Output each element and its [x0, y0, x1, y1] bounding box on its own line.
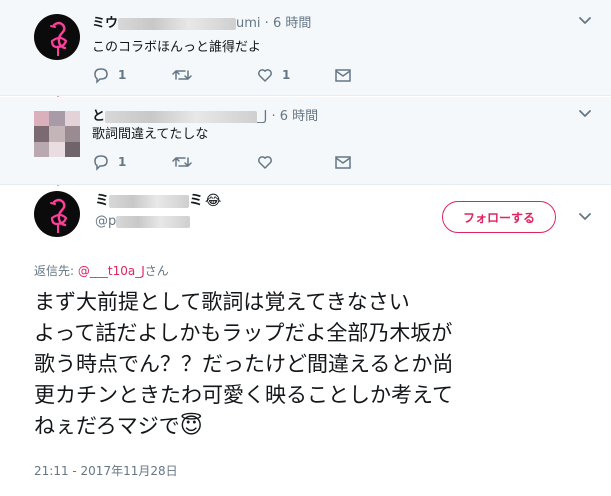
blurred-name: [118, 17, 237, 30]
reply-button[interactable]: 1: [92, 153, 126, 171]
display-name[interactable]: と: [92, 109, 105, 124]
dm-button[interactable]: [334, 153, 352, 171]
tweet-text: このコラボほんっと誰得だよ: [92, 40, 262, 55]
reply-to-suffix: さん: [144, 264, 169, 278]
separator: ·: [264, 16, 269, 31]
like-count: 1: [282, 68, 291, 82]
dm-button[interactable]: [334, 66, 352, 84]
chevron-down-icon[interactable]: [576, 12, 594, 30]
like-button[interactable]: [256, 153, 274, 171]
reply-to-line: 返信先: @___t10a_Jさん: [34, 262, 169, 279]
text-emoji: 😇: [179, 414, 203, 439]
tweet-time[interactable]: 6 時間: [273, 16, 311, 31]
tweet-actions: 1 1: [92, 66, 392, 84]
tweet-header: ミウ umi · 6 時間: [92, 12, 311, 31]
reply-tweet[interactable]: ミウ umi · 6 時間 このコラボほんっと誰得だよ 1 1: [0, 0, 611, 96]
flamingo-icon: [50, 198, 68, 233]
reply-icon: [94, 68, 108, 84]
name-end: ミ: [189, 193, 203, 209]
heart-icon: [258, 156, 272, 169]
like-button[interactable]: 1: [256, 66, 290, 84]
main-tweet-text: まず大前提として歌詞は覚えてきなさい よって話だよしかもラップだよ全部乃木坂が …: [34, 287, 594, 442]
retweet-icon: [172, 70, 192, 80]
reply-button[interactable]: 1: [92, 66, 126, 84]
reply-icon: [94, 155, 108, 171]
name-start: ミ: [95, 193, 109, 209]
flamingo-icon: [50, 21, 68, 56]
reply-tweet[interactable]: と _J · 6 時間 歌詞間違えてたしな 1: [0, 97, 611, 185]
tweet-time[interactable]: 6 時間: [280, 109, 318, 124]
avatar[interactable]: [34, 191, 80, 237]
tweet-header: と _J · 6 時間: [92, 105, 318, 124]
reply-to-user-link[interactable]: @___t10a_J: [78, 264, 145, 278]
reply-count: 1: [118, 155, 127, 169]
heart-icon: [258, 69, 272, 82]
handle[interactable]: _J: [257, 109, 267, 124]
chevron-down-icon[interactable]: [576, 208, 594, 226]
reply-count: 1: [118, 68, 127, 82]
main-tweet-body: まず大前提として歌詞は覚えてきなさい よって話だよしかもラップだよ全部乃木坂が …: [34, 290, 454, 438]
reply-to-label: 返信先:: [34, 264, 75, 278]
display-name[interactable]: ミウ: [92, 16, 118, 31]
blurred-handle: [116, 215, 191, 228]
blurred-name: [105, 110, 258, 123]
tweet-timestamp[interactable]: 21:11 - 2017年11月28日: [34, 462, 178, 479]
blurred-name: [109, 194, 189, 208]
name-emoji: 😂: [205, 193, 222, 209]
display-name[interactable]: ミミ 😂: [95, 190, 221, 210]
avatar[interactable]: [34, 111, 80, 157]
separator: ·: [271, 109, 276, 124]
handle[interactable]: @p: [95, 214, 191, 229]
retweet-button[interactable]: [172, 153, 192, 171]
envelope-icon: [335, 69, 351, 82]
tweet-actions: 1: [92, 153, 392, 171]
tweet-text: 歌詞間違えてたしな: [92, 127, 209, 142]
handle[interactable]: umi: [236, 16, 261, 31]
follow-button[interactable]: フォローする: [442, 201, 556, 233]
envelope-icon: [335, 156, 351, 169]
avatar[interactable]: [34, 14, 80, 60]
chevron-down-icon[interactable]: [576, 105, 594, 123]
retweet-button[interactable]: [172, 66, 192, 84]
handle-prefix: @p: [95, 214, 117, 229]
retweet-icon: [172, 157, 192, 167]
